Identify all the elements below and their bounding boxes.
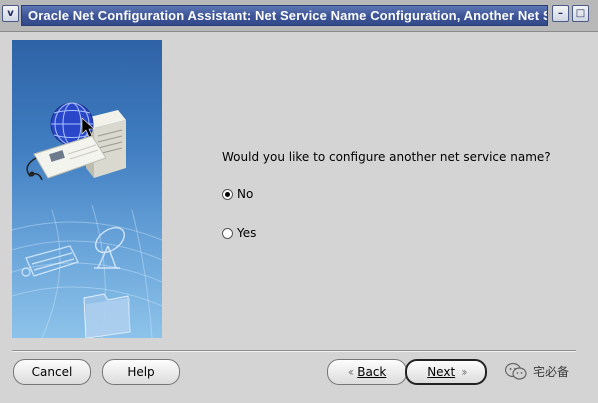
next-button-label: Next: [427, 365, 456, 379]
wechat-icon: [505, 362, 527, 380]
cancel-button[interactable]: Cancel: [13, 359, 91, 385]
option-label: No: [237, 187, 254, 201]
next-button[interactable]: Next ››: [405, 359, 487, 385]
maximize-icon: □: [575, 8, 586, 19]
network-illustration-icon: [12, 102, 162, 338]
back-button[interactable]: ‹‹ Back: [327, 359, 407, 385]
radio-unselected-icon[interactable]: [222, 227, 233, 239]
satellite-dish-icon: [94, 226, 126, 269]
watermark-text: 宅必备: [533, 364, 570, 379]
chevron-down-icon: v: [7, 8, 14, 19]
cancel-button-label: Cancel: [31, 365, 73, 379]
chevron-left-icon: ‹‹: [347, 365, 354, 379]
back-button-label: Back: [357, 365, 387, 379]
radio-selected-icon[interactable]: [222, 188, 233, 200]
button-separator: [12, 350, 576, 352]
question-label: Would you like to configure another net …: [222, 150, 551, 164]
wizard-banner-image: [12, 40, 162, 338]
help-button-label: Help: [127, 365, 155, 379]
title-bar-caption: Oracle Net Configuration Assistant: Net …: [21, 5, 548, 26]
maximize-button[interactable]: □: [572, 5, 589, 22]
help-button[interactable]: Help: [102, 359, 180, 385]
chevron-right-icon: ››: [461, 365, 467, 379]
minimize-button[interactable]: –: [552, 5, 569, 22]
option-yes-radio[interactable]: Yes: [222, 226, 256, 240]
window-title-bar: v Oracle Net Configuration Assistant: Ne…: [0, 0, 598, 32]
watermark: 宅必备: [505, 362, 569, 380]
folder-icon: [83, 293, 131, 338]
option-no-radio[interactable]: No: [222, 187, 253, 201]
window-menu-button[interactable]: v: [2, 5, 19, 22]
option-label: Yes: [237, 226, 257, 240]
keyboard-icon: [21, 245, 79, 277]
minimize-icon: –: [558, 8, 563, 19]
window-title: Oracle Net Configuration Assistant: Net …: [28, 8, 548, 23]
